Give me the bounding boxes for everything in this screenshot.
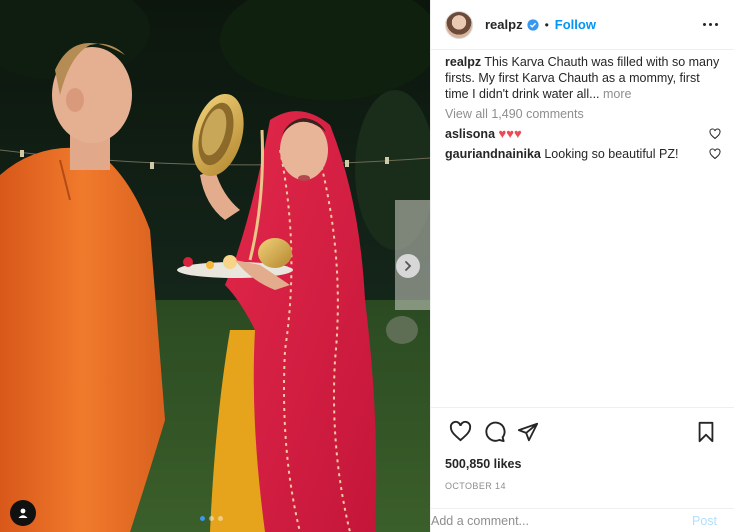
carousel-next-button[interactable] [396,254,420,278]
post-side-panel: realpz • Follow realpz This Karva Chauth… [430,0,734,532]
caption-username[interactable]: realpz [445,55,481,69]
share-icon [517,422,539,441]
comment-item: gauriandnainika Looking so beautiful PZ! [445,146,721,162]
carousel-dot [209,516,214,521]
comment-username[interactable]: aslisona [445,127,495,141]
bookmark-icon [698,421,714,442]
comment-button[interactable] [477,415,511,449]
header-separator: • [544,17,549,32]
comment-like-heart-icon[interactable] [709,148,721,160]
view-all-comments-link[interactable]: View all 1,490 comments [445,106,720,122]
follow-button[interactable]: Follow [555,17,596,32]
heart-icon [449,420,471,442]
verified-badge-icon [526,18,539,31]
add-comment-input[interactable] [431,513,692,528]
share-button[interactable] [511,415,545,449]
post-username[interactable]: realpz [485,17,523,32]
more-options-icon[interactable] [697,17,724,32]
caption-text: This Karva Chauth was filled with so man… [445,55,720,101]
comment-username[interactable]: gauriandnainika [445,147,541,161]
chevron-right-icon [405,261,412,271]
user-tag-icon [18,508,28,518]
comment-text: ♥♥♥ [498,126,522,141]
comment-text: Looking so beautiful PZ! [544,147,679,161]
save-button[interactable] [689,415,723,449]
photo-image [0,0,430,532]
post-comment-button[interactable]: Post [692,514,734,528]
post-actions-bar [431,407,734,455]
comment-item: aslisona ♥♥♥ [445,126,721,142]
post-header: realpz • Follow [431,0,734,50]
post-photo[interactable] [0,0,430,532]
comment-icon [484,421,505,443]
user-tag-button[interactable] [10,500,36,526]
comment-like-heart-icon[interactable] [709,128,721,140]
carousel-dot [218,516,223,521]
post-caption: realpz This Karva Chauth was filled with… [445,54,721,102]
like-button[interactable] [443,415,477,449]
caption-more-link[interactable]: more [603,87,631,101]
add-comment-bar: Post [431,508,734,532]
post-date: OCTOBER 14 [445,481,506,491]
carousel-dot [200,516,205,521]
carousel-indicator [200,516,223,521]
avatar[interactable] [445,10,473,39]
comments-section: realpz This Karva Chauth was filled with… [431,50,734,162]
likes-count[interactable]: 500,850 likes [445,457,521,471]
